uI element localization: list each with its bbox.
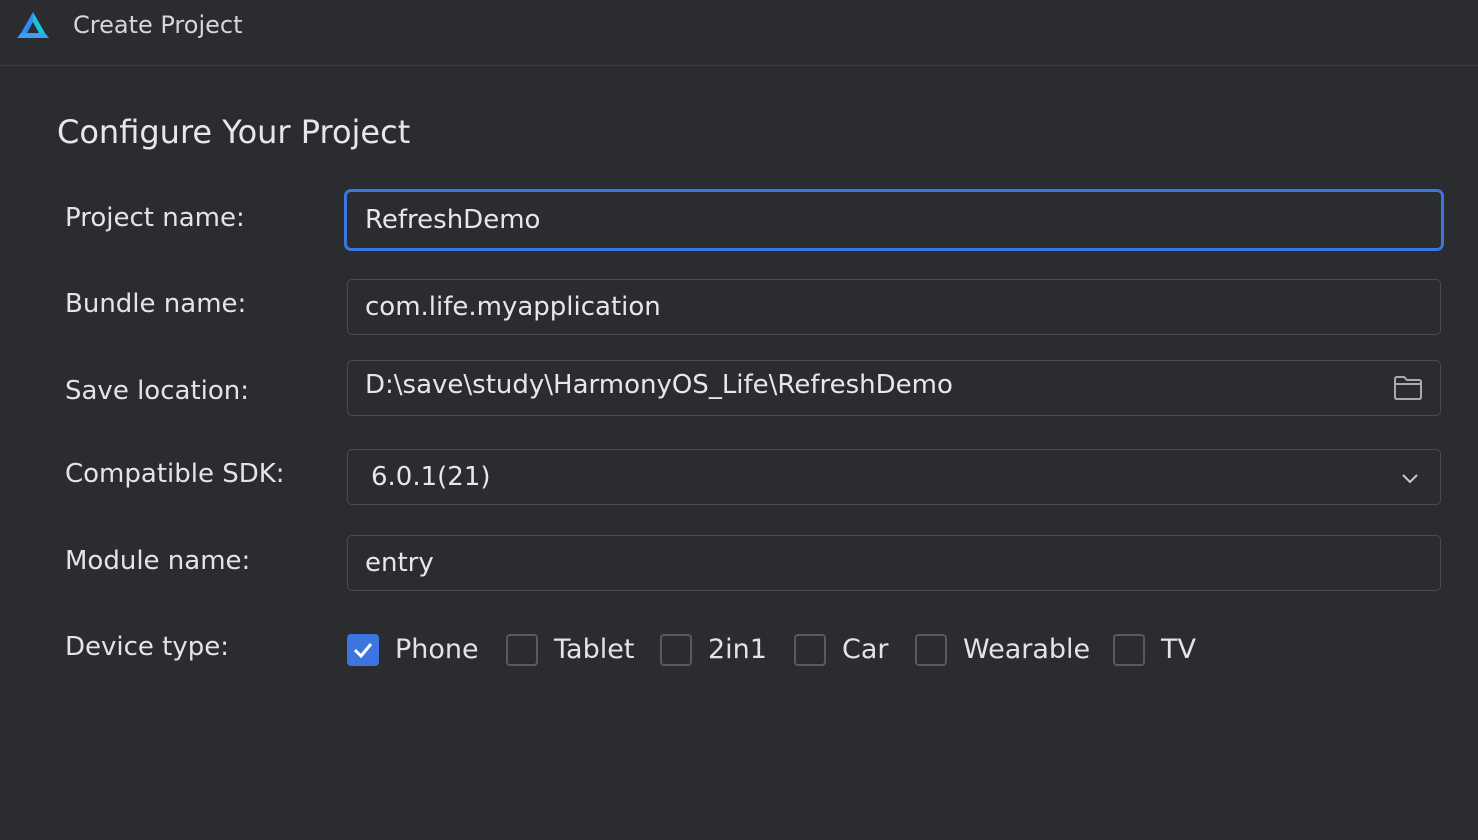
- device-phone-label[interactable]: Phone: [395, 632, 479, 668]
- project-name-label: Project name:: [65, 203, 245, 233]
- device-tablet-label[interactable]: Tablet: [554, 632, 634, 668]
- window-titlebar: Create Project: [0, 0, 1478, 66]
- bundle-name-field-container: [347, 279, 1441, 335]
- device-tablet-checkbox[interactable]: [506, 634, 538, 666]
- device-wearable-label[interactable]: Wearable: [963, 632, 1090, 668]
- device-car-label[interactable]: Car: [842, 632, 889, 668]
- checkmark-icon: [353, 643, 373, 659]
- device-tv-label[interactable]: TV: [1161, 632, 1196, 668]
- module-name-label: Module name:: [65, 546, 251, 576]
- device-car-checkbox[interactable]: [794, 634, 826, 666]
- app-logo-icon: [17, 12, 49, 38]
- compatible-sdk-select[interactable]: 6.0.1(21): [347, 449, 1441, 505]
- device-2in1-checkbox[interactable]: [660, 634, 692, 666]
- project-name-field-container: [344, 189, 1444, 251]
- device-2in1-label[interactable]: 2in1: [708, 632, 767, 668]
- folder-icon[interactable]: [1393, 375, 1423, 401]
- save-location-input[interactable]: [365, 358, 1365, 412]
- device-type-label: Device type:: [65, 632, 230, 662]
- compatible-sdk-value: 6.0.1(21): [371, 462, 491, 492]
- device-phone-checkbox[interactable]: [347, 634, 379, 666]
- chevron-down-icon: [1402, 474, 1418, 484]
- compatible-sdk-label: Compatible SDK:: [65, 459, 285, 489]
- save-location-field-container: [347, 358, 1441, 416]
- window-title: Create Project: [73, 11, 243, 39]
- device-tv-checkbox[interactable]: [1113, 634, 1145, 666]
- module-name-input[interactable]: [365, 536, 1365, 590]
- device-wearable-checkbox[interactable]: [915, 634, 947, 666]
- page-title: Configure Your Project: [57, 113, 411, 151]
- module-name-field-container: [347, 535, 1441, 591]
- save-location-label: Save location:: [65, 376, 250, 406]
- bundle-name-label: Bundle name:: [65, 289, 247, 319]
- project-name-input[interactable]: [365, 192, 1365, 248]
- bundle-name-input[interactable]: [365, 280, 1365, 334]
